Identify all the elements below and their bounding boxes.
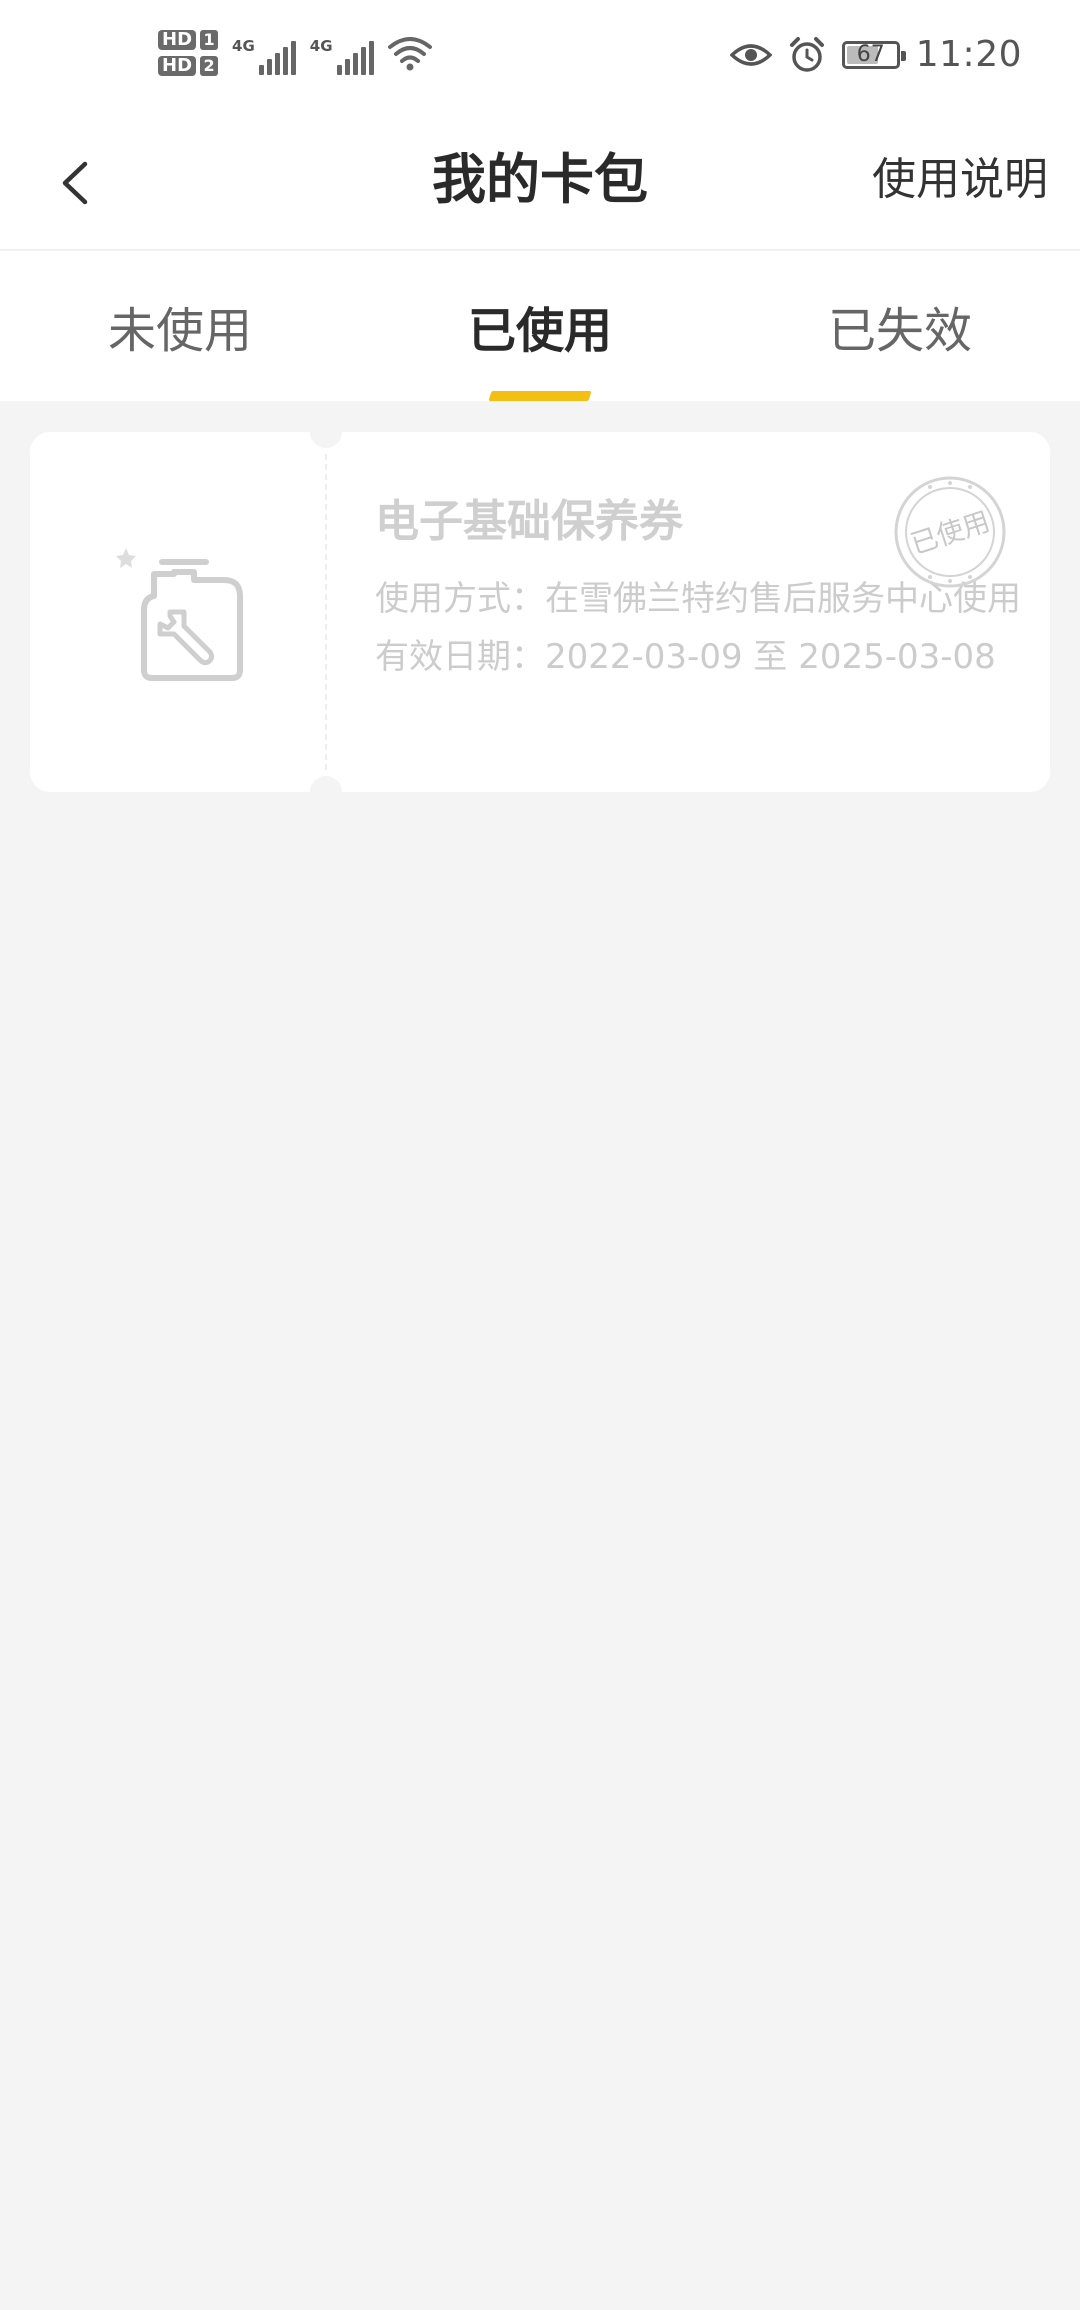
wifi-icon: [387, 37, 432, 71]
tab-unused[interactable]: 未使用: [0, 251, 360, 401]
signal-icon: [336, 41, 374, 75]
tab-label: 未使用: [107, 303, 252, 359]
hd-badge-1: HD: [158, 30, 197, 50]
hd-indicators: HD 1 HD 2: [158, 30, 219, 76]
ticket-notch-top: [310, 432, 342, 448]
tab-used[interactable]: 已使用: [360, 251, 720, 401]
usage-instructions-link[interactable]: 使用说明: [872, 142, 1048, 218]
coupon-card[interactable]: 电子基础保养券 使用方式：在雪佛兰特约售后服务中心使用 有效日期：2022-03…: [30, 432, 1050, 792]
status-bar-right: 67 11:20: [729, 34, 1022, 75]
alarm-icon: [789, 36, 824, 72]
back-button[interactable]: [40, 148, 110, 218]
battery-level: 67: [856, 42, 885, 67]
app-page: HD 1 HD 2 4G 4G 67 11:20 我的卡包 使用说明 未使用 已…: [0, 0, 1080, 2310]
tab-label: 已使用: [467, 303, 612, 359]
active-tab-indicator: [488, 391, 592, 401]
ticket-notch-bottom: [310, 776, 342, 792]
battery-icon: 67: [841, 40, 906, 69]
tab-label: 已失效: [827, 303, 972, 359]
signal-sim2: 4G: [310, 31, 374, 75]
coupon-usage-label: 使用方式：: [375, 579, 545, 619]
network-type-1: 4G: [232, 37, 255, 55]
signal-sim1: 4G: [232, 31, 296, 75]
sim-number-2: 2: [200, 56, 219, 76]
tab-bar: 未使用 已使用 已失效: [0, 251, 1080, 401]
ticket-divider: [325, 454, 327, 770]
eye-icon: [729, 43, 772, 66]
status-bar-left: HD 1 HD 2 4G 4G: [158, 30, 432, 76]
coupon-validity: 有效日期：2022-03-09 至 2025-03-08: [375, 632, 1026, 682]
status-bar: HD 1 HD 2 4G 4G 67 11:20: [0, 0, 1080, 120]
chevron-left-icon: [62, 161, 88, 205]
oil-can-wrench-icon: [116, 548, 243, 681]
sim-number-1: 1: [200, 30, 219, 50]
hd-badge-2: HD: [158, 56, 197, 76]
status-time: 11:20: [915, 34, 1022, 75]
tab-expired[interactable]: 已失效: [720, 251, 1080, 401]
used-stamp-text: 已使用: [907, 506, 994, 561]
signal-icon: [258, 41, 296, 75]
nav-header: 我的卡包 使用说明: [0, 120, 1080, 250]
coupon-validity-label: 有效日期：: [375, 637, 545, 677]
used-stamp: 已使用: [894, 476, 1006, 588]
coupon-validity-value: 2022-03-09 至 2025-03-08: [545, 637, 996, 677]
network-type-2: 4G: [309, 37, 333, 55]
